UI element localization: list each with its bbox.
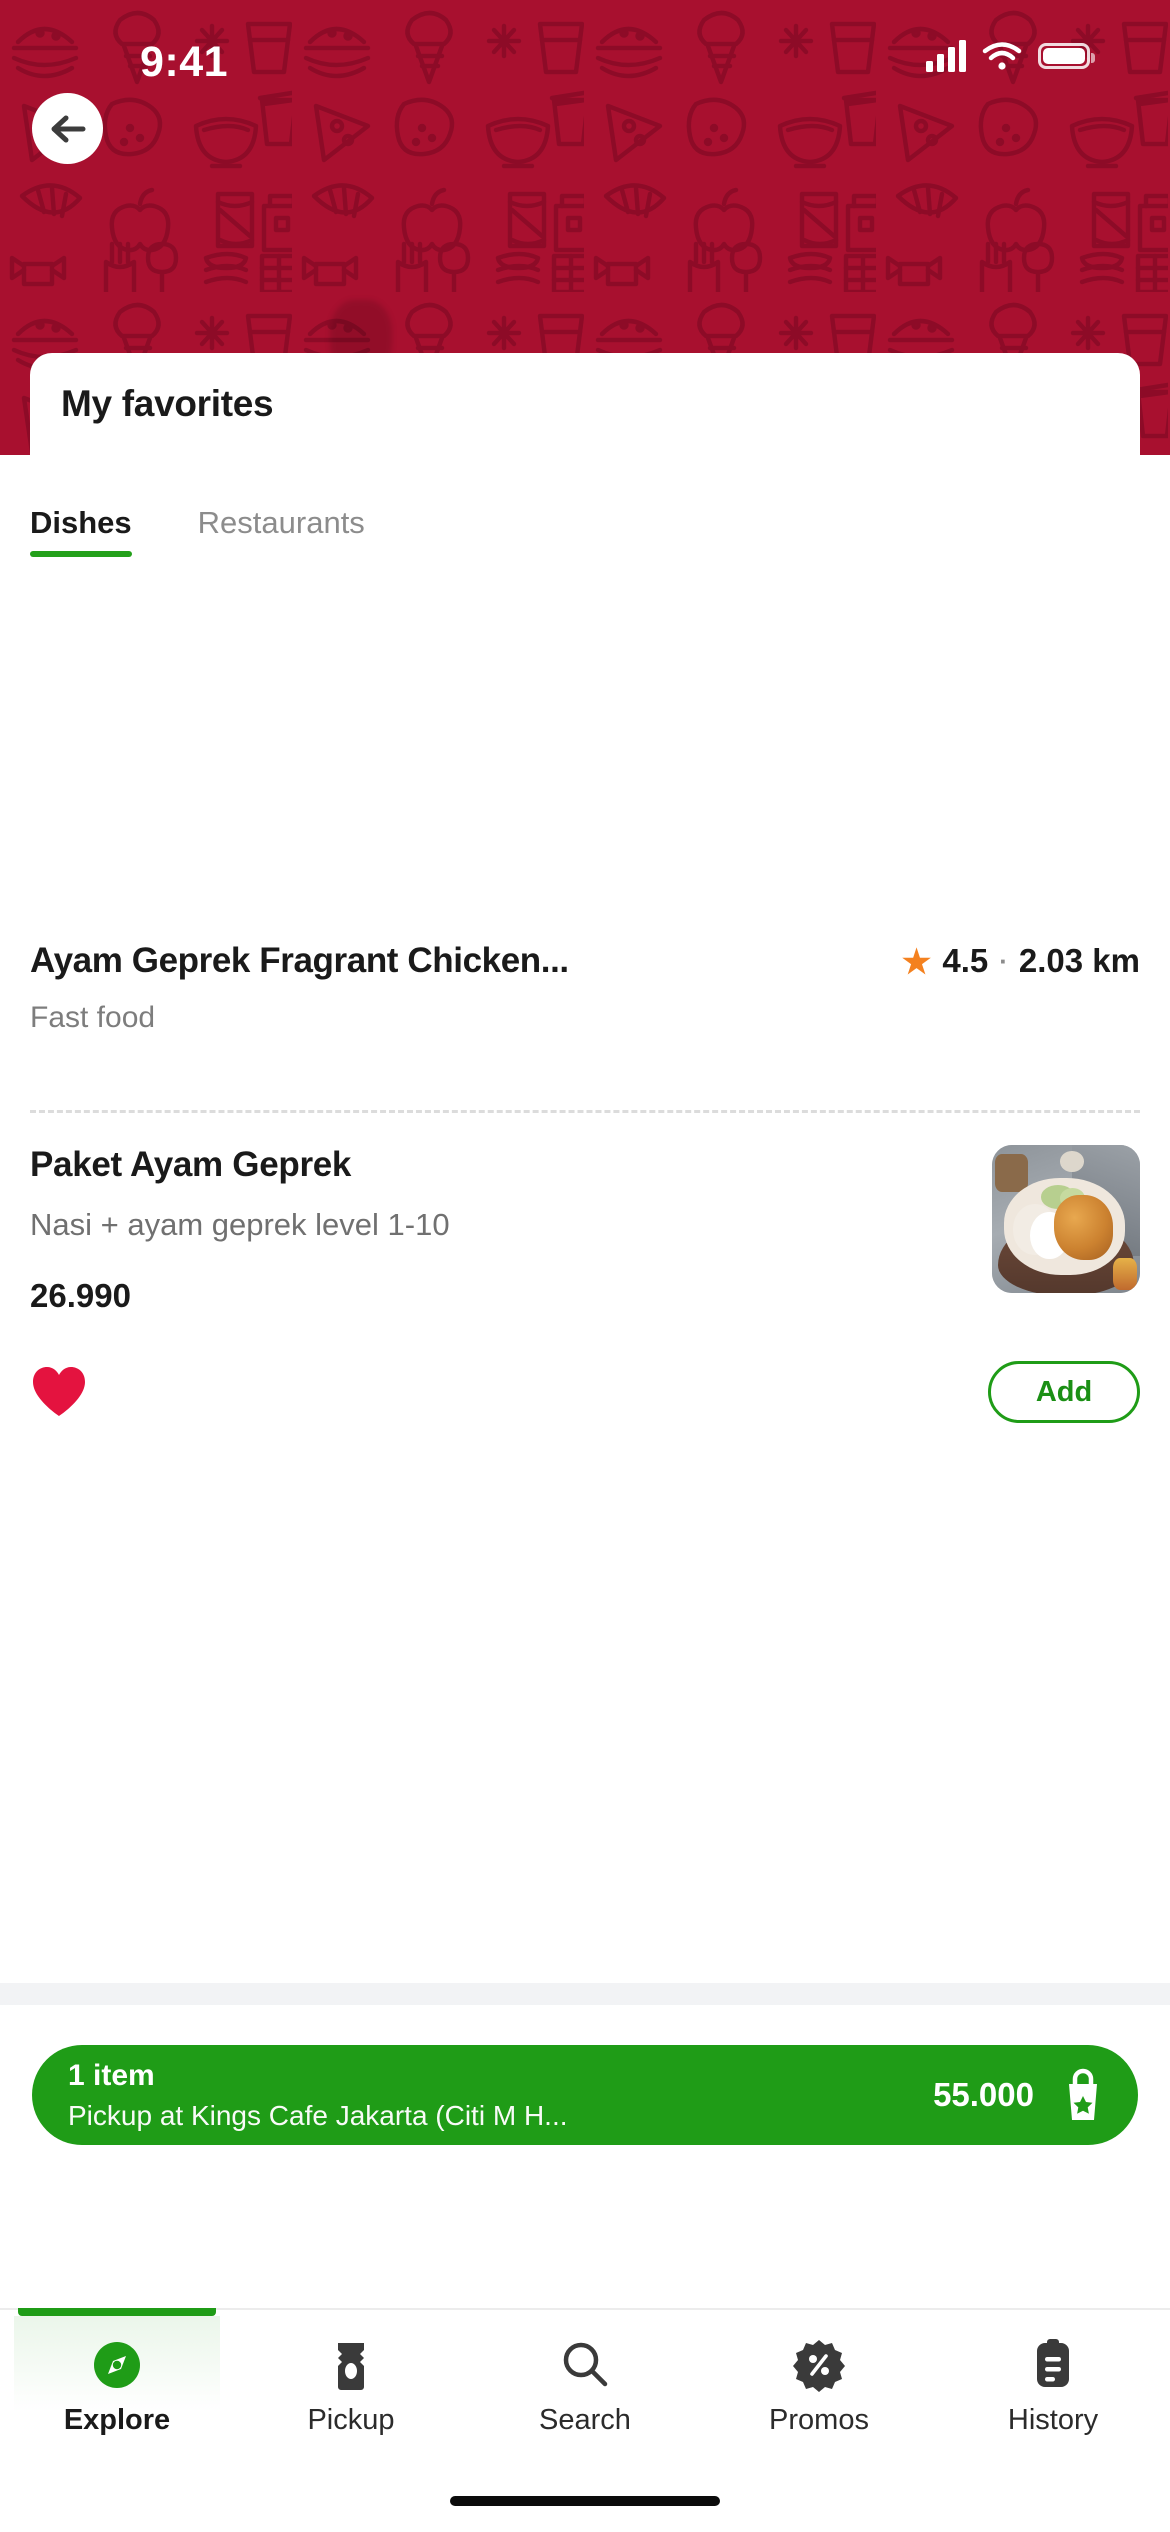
tab-dishes-label: Dishes — [30, 505, 132, 540]
nav-item-promos[interactable]: Promos — [702, 2310, 936, 2462]
dish-description: Nasi + ayam geprek level 1-10 — [30, 1207, 450, 1242]
status-bar: 9:41 — [0, 0, 1170, 110]
favorites-tabs: Dishes Restaurants — [0, 505, 1170, 585]
restaurant-header[interactable]: Ayam Geprek Fragrant Chicken... ★ 4.5 · … — [0, 935, 1170, 1035]
restaurant-distance: 2.03 km — [1018, 942, 1140, 979]
tab-restaurants-label: Restaurants — [197, 505, 365, 540]
add-button[interactable]: Add — [988, 1361, 1140, 1423]
receipt-icon — [1029, 2334, 1077, 2396]
magnifier-icon — [558, 2334, 612, 2396]
compass-icon — [89, 2334, 145, 2396]
dish-card: Paket Ayam Geprek Nasi + ayam geprek lev… — [0, 1145, 1170, 1423]
back-button[interactable] — [32, 93, 103, 164]
status-time: 9:41 — [140, 38, 229, 86]
nav-label-pickup: Pickup — [307, 2404, 395, 2436]
tab-restaurants[interactable]: Restaurants — [198, 505, 365, 557]
dish-main-row[interactable]: Paket Ayam Geprek Nasi + ayam geprek lev… — [0, 1145, 1170, 1315]
star-icon: ★ — [901, 942, 932, 980]
cart-total-amount: 55.000 — [933, 2076, 1034, 2113]
nav-item-pickup[interactable]: Pickup — [234, 2310, 468, 2462]
meta-separator: · — [999, 945, 1008, 976]
battery-icon — [1038, 43, 1095, 69]
heart-filled-icon[interactable] — [30, 1365, 92, 1419]
cart-total-group: 55.000 — [933, 2067, 1108, 2123]
dish-name: Paket Ayam Geprek — [30, 1145, 352, 1184]
back-arrow-icon — [51, 115, 85, 142]
home-indicator — [450, 2496, 720, 2506]
restaurant-rating: 4.5 — [942, 942, 989, 979]
wifi-icon — [982, 41, 1022, 71]
signal-bars-icon — [926, 40, 966, 72]
page-title-card: My favorites — [30, 353, 1140, 455]
tab-active-underline — [30, 551, 132, 557]
nav-label-history: History — [1007, 2404, 1099, 2436]
restaurant-meta: ★ 4.5 · 2.03 km — [902, 942, 1140, 980]
tab-dishes[interactable]: Dishes — [30, 505, 132, 557]
bag-icon — [325, 2334, 377, 2396]
shopping-bag-icon — [1058, 2067, 1108, 2123]
cart-item-count: 1 item — [68, 2058, 155, 2092]
nav-label-promos: Promos — [769, 2404, 869, 2436]
cart-pickup-location: Pickup at Kings Cafe Jakarta (Citi M H..… — [68, 2099, 568, 2131]
section-divider — [30, 1110, 1140, 1113]
status-indicators — [926, 40, 1095, 72]
cart-bar[interactable]: 1 item Pickup at Kings Cafe Jakarta (Cit… — [32, 2045, 1138, 2145]
nav-item-explore[interactable]: Explore — [0, 2308, 234, 2462]
cart-info: 1 item Pickup at Kings Cafe Jakarta (Cit… — [68, 2059, 568, 2132]
nav-item-search[interactable]: Search — [468, 2310, 702, 2462]
nav-label-explore: Explore — [63, 2404, 171, 2436]
dish-price: 26.990 — [30, 1277, 131, 1314]
nav-label-search: Search — [539, 2404, 631, 2436]
discount-badge-icon — [792, 2334, 846, 2396]
nav-item-history[interactable]: History — [936, 2310, 1170, 2462]
restaurant-name: Ayam Geprek Fragrant Chicken... — [30, 941, 569, 980]
dish-actions: Add — [0, 1315, 1170, 1423]
bottom-navigation: Explore Pickup Search Promos History — [0, 2308, 1170, 2460]
restaurant-category: Fast food — [30, 1001, 156, 1034]
dish-thumbnail[interactable] — [992, 1145, 1140, 1293]
page-title: My favorites — [61, 383, 274, 424]
dish-info: Paket Ayam Geprek Nasi + ayam geprek lev… — [30, 1145, 992, 1315]
section-gap — [0, 1983, 1170, 2005]
restaurant-title-row: Ayam Geprek Fragrant Chicken... ★ 4.5 · … — [0, 935, 1170, 987]
